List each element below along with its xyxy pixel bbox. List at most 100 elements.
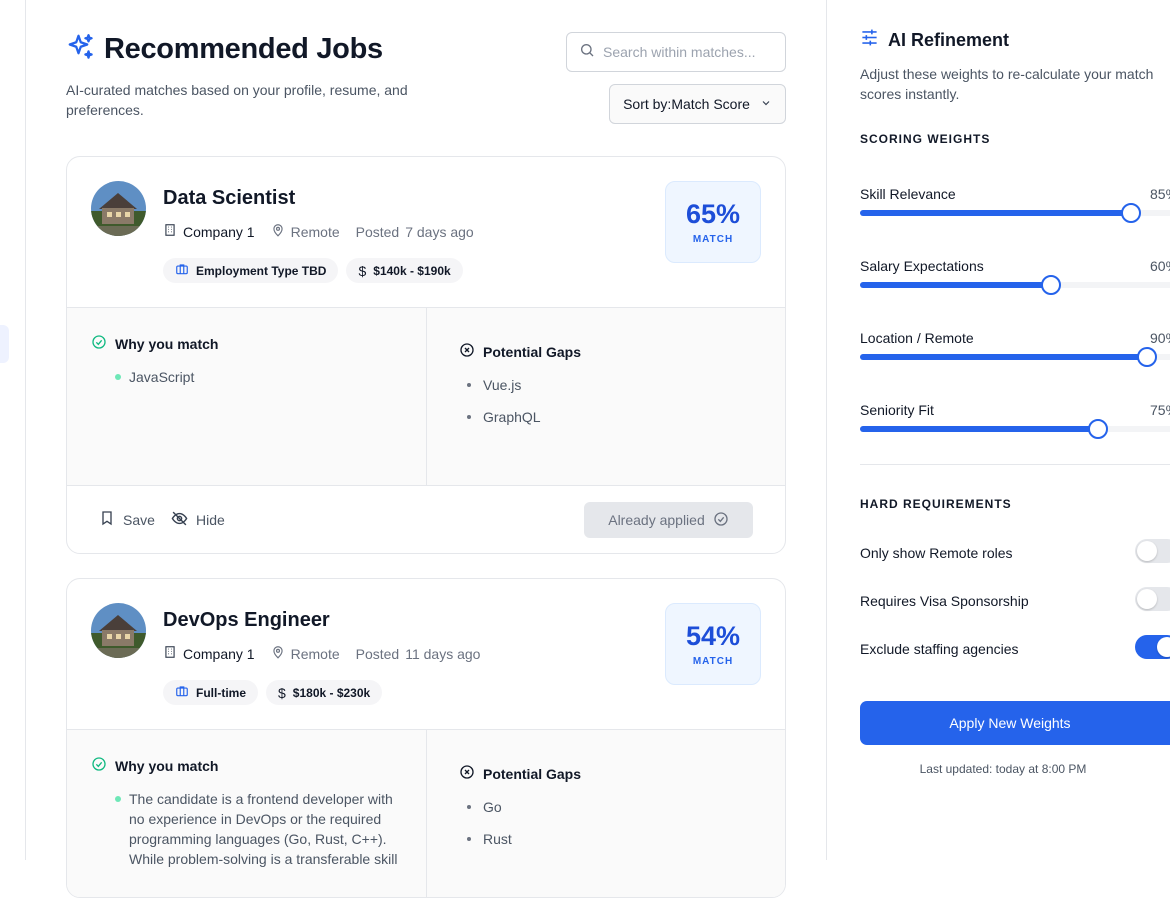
job-card: DevOps Engineer Company 1 Remote Posted 1…: [66, 578, 786, 898]
map-pin-icon: [271, 223, 285, 240]
panel-title: AI Refinement: [888, 29, 1010, 50]
company-name: Company 1: [183, 645, 255, 662]
weight-slider[interactable]: Salary Expectations 60%: [860, 258, 1170, 295]
match-percent: 54%: [685, 621, 741, 651]
weight-slider[interactable]: Seniority Fit 75%: [860, 402, 1170, 439]
job-meta: Company 1 Remote Posted 7 days ago: [163, 223, 490, 240]
job-title[interactable]: DevOps Engineer: [163, 609, 330, 632]
slider-fill: [860, 210, 1131, 216]
panel-divider: [860, 464, 1170, 465]
slider-track[interactable]: [860, 275, 1170, 295]
bookmark-icon: [99, 510, 115, 529]
requirement-row: Requires Visa Sponsorship: [860, 587, 1170, 611]
sort-dropdown[interactable]: Sort by:Match Score: [609, 84, 786, 124]
match-percent: 65%: [685, 199, 741, 229]
requirement-toggle[interactable]: [1135, 587, 1170, 611]
ai-refinement-panel: AI Refinement Adjust these weights to re…: [826, 0, 1170, 860]
posted-text: 11 days ago: [405, 645, 481, 662]
weight-slider[interactable]: Skill Relevance 85%: [860, 186, 1170, 223]
slider-thumb[interactable]: [1121, 203, 1141, 223]
job-card: Data Scientist Company 1 Remote Posted 7 …: [66, 156, 786, 554]
employment-text: Full-time: [196, 685, 246, 700]
job-card-footer: Save Hide Already applied: [67, 485, 785, 553]
location-info: Remote: [271, 223, 340, 240]
requirement-label: Requires Visa Sponsorship: [860, 593, 1029, 609]
location-text: Remote: [290, 645, 340, 662]
why-match-item: The candidate is a frontend developer wi…: [115, 789, 402, 869]
toggle-knob: [1157, 637, 1170, 657]
page-subtitle: AI-curated matches based on your profile…: [66, 82, 408, 118]
location-text: Remote: [290, 223, 340, 240]
potential-gaps-heading: Potential Gaps: [459, 342, 753, 361]
posted-text: 7 days ago: [405, 223, 474, 240]
slider-track[interactable]: [860, 203, 1170, 223]
save-button[interactable]: Save: [99, 510, 155, 529]
company-avatar: [91, 181, 146, 236]
toggle-knob: [1137, 541, 1157, 561]
employment-tag: Full-time: [163, 680, 258, 705]
why-match-list: JavaScript: [91, 367, 402, 387]
potential-gaps-section: Potential Gaps Go Rust: [427, 730, 785, 897]
weight-slider[interactable]: Location / Remote 90%: [860, 330, 1170, 367]
job-card-header: DevOps Engineer Company 1 Remote Posted 1…: [67, 579, 785, 730]
requirement-toggle[interactable]: [1135, 539, 1170, 563]
job-title[interactable]: Data Scientist: [163, 187, 295, 210]
x-circle-icon: [459, 342, 475, 361]
sort-value: Match Score: [671, 96, 750, 112]
left-rail: [0, 0, 26, 860]
page-header: Recommended Jobs: [66, 32, 383, 67]
slider-thumb[interactable]: [1088, 419, 1108, 439]
rail-active-marker[interactable]: [0, 325, 9, 363]
search-icon: [579, 42, 595, 63]
posted-prefix: Posted: [355, 223, 400, 240]
already-applied-button[interactable]: Already applied: [584, 502, 753, 538]
hard-requirements-heading: HARD REQUIREMENTS: [860, 497, 1012, 511]
why-match-section: Why you match JavaScript: [67, 308, 427, 485]
hide-label: Hide: [196, 512, 225, 528]
job-tags: Employment Type TBD $ $140k - $190k: [163, 258, 463, 283]
weight-value: 90%: [1150, 330, 1170, 346]
why-match-list: The candidate is a frontend developer wi…: [91, 789, 402, 869]
company-name: Company 1: [183, 223, 255, 240]
weight-value: 85%: [1150, 186, 1170, 202]
hide-button[interactable]: Hide: [171, 510, 225, 530]
already-applied-label: Already applied: [608, 512, 705, 528]
requirement-toggle[interactable]: [1135, 635, 1170, 659]
weight-label: Seniority Fit: [860, 402, 934, 418]
job-meta: Company 1 Remote Posted 11 days ago: [163, 645, 496, 662]
match-score-badge: 54% MATCH: [665, 603, 761, 685]
slider-thumb[interactable]: [1137, 347, 1157, 367]
sort-prefix: Sort by:: [623, 96, 672, 112]
slider-track[interactable]: [860, 419, 1170, 439]
chevron-down-icon: [760, 96, 772, 112]
why-match-heading-text: Why you match: [115, 335, 219, 352]
weight-label: Skill Relevance: [860, 186, 956, 202]
sort-text: Sort by:Match Score: [623, 96, 750, 112]
search-box[interactable]: [566, 32, 786, 72]
search-input[interactable]: [603, 44, 763, 60]
weight-value: 75%: [1150, 402, 1170, 418]
posted-info: Posted 11 days ago: [356, 646, 481, 662]
x-circle-icon: [459, 764, 475, 783]
why-match-item: JavaScript: [115, 367, 402, 387]
potential-gaps-list: Go Rust: [459, 797, 753, 849]
why-match-heading: Why you match: [91, 756, 402, 775]
dollar-icon: $: [358, 262, 367, 279]
panel-description: Adjust these weights to re-calculate you…: [860, 66, 1154, 102]
gap-item: Vue.js: [467, 375, 753, 395]
slider-fill: [860, 426, 1098, 432]
company-info: Company 1: [163, 223, 255, 240]
slider-thumb[interactable]: [1041, 275, 1061, 295]
salary-text: $140k - $190k: [373, 263, 451, 278]
weight-label: Salary Expectations: [860, 258, 984, 274]
building-icon: [163, 223, 177, 240]
potential-gaps-heading: Potential Gaps: [459, 764, 753, 783]
check-circle-icon: [91, 334, 107, 353]
match-score-badge: 65% MATCH: [665, 181, 761, 263]
slider-track[interactable]: [860, 347, 1170, 367]
last-updated-text: Last updated: today at 8:00 PM: [919, 762, 1087, 776]
apply-new-weights-button[interactable]: Apply New Weights: [860, 701, 1170, 745]
briefcase-icon: [175, 262, 189, 279]
company-avatar: [91, 603, 146, 658]
check-circle-icon: [91, 756, 107, 775]
